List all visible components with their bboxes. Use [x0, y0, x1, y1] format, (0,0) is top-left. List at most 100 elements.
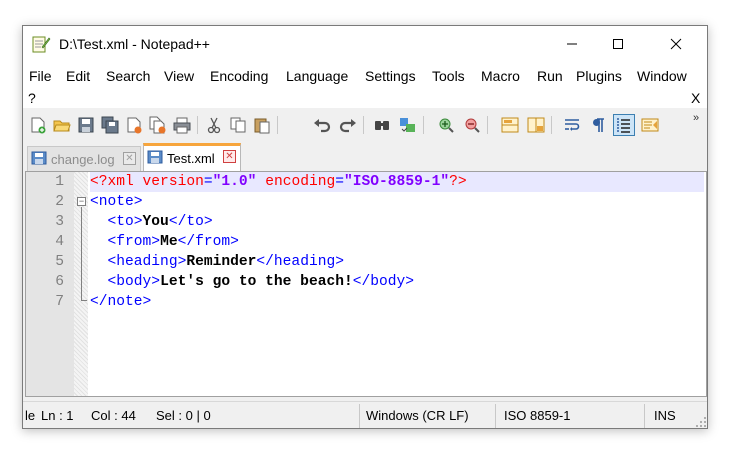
xml-text: You	[142, 214, 169, 230]
xml-close-tag: </from>	[177, 234, 239, 250]
save-all-icon	[101, 116, 119, 134]
new-file-button[interactable]	[27, 114, 49, 136]
fold-collapse-icon[interactable]: −	[77, 197, 86, 206]
zoom-out-button[interactable]	[461, 114, 483, 136]
replace-button[interactable]	[397, 114, 419, 136]
menu-bar: File Edit Search View Encoding Language …	[23, 62, 707, 108]
attribute-name: version	[142, 174, 204, 190]
menu-view[interactable]: View	[164, 68, 194, 84]
menu-language[interactable]: Language	[286, 68, 348, 84]
attribute-name: encoding	[265, 174, 336, 190]
paste-button[interactable]	[251, 114, 273, 136]
notepadpp-app-icon	[31, 35, 51, 53]
close-window-button[interactable]	[653, 26, 699, 62]
toolbar: »	[23, 110, 707, 140]
save-all-button[interactable]	[99, 114, 121, 136]
print-icon	[173, 117, 191, 134]
show-all-characters-button[interactable]	[587, 114, 609, 136]
menu-file[interactable]: File	[29, 68, 52, 84]
menu-help[interactable]: ?	[28, 90, 36, 106]
open-file-button[interactable]	[51, 114, 73, 136]
close-all-button[interactable]	[147, 114, 169, 136]
line-number: 1	[55, 174, 64, 190]
undo-icon	[314, 119, 331, 133]
title-bar[interactable]: D:\Test.xml - Notepad++	[23, 26, 707, 62]
close-all-icon	[149, 116, 166, 134]
menu-plugins[interactable]: Plugins	[576, 68, 622, 84]
tab-change-log[interactable]: change.log ✕	[27, 146, 141, 171]
cut-icon	[207, 117, 221, 134]
tab-close-button[interactable]: ✕	[223, 150, 236, 163]
menu-run[interactable]: Run	[537, 68, 563, 84]
tab-close-button[interactable]: ✕	[123, 152, 136, 165]
line-number: 5	[55, 254, 64, 270]
saved-file-icon	[31, 151, 47, 168]
sync-vertical-icon	[501, 117, 519, 133]
maximize-button[interactable]	[595, 26, 641, 62]
menu-encoding[interactable]: Encoding	[210, 68, 268, 84]
close-file-button[interactable]	[123, 114, 145, 136]
find-button[interactable]	[371, 114, 393, 136]
status-bar: le Ln : 1 Col : 44 Sel : 0 | 0 Windows (…	[23, 401, 707, 428]
new-file-icon	[31, 117, 46, 134]
status-line: Ln : 1	[41, 408, 74, 423]
zoom-in-button[interactable]	[435, 114, 457, 136]
sync-horizontal-button[interactable]	[525, 114, 547, 136]
xml-declaration-close: ?>	[449, 174, 467, 190]
status-length: le	[25, 408, 36, 423]
print-button[interactable]	[171, 114, 193, 136]
sync-horizontal-icon	[527, 117, 545, 133]
resize-grip-icon[interactable]	[695, 416, 707, 428]
status-eol[interactable]: Windows (CR LF)	[366, 408, 469, 423]
zoom-out-icon	[465, 118, 480, 133]
close-document-button[interactable]: X	[691, 90, 700, 106]
document-map-icon	[641, 118, 659, 132]
find-icon	[375, 121, 389, 130]
indent-guide-button[interactable]	[613, 114, 635, 136]
document-map-button[interactable]	[639, 114, 661, 136]
xml-text: Reminder	[186, 254, 257, 270]
toolbar-separator	[277, 116, 278, 134]
code-line-3: <to>You</to>	[90, 212, 704, 232]
word-wrap-button[interactable]	[561, 114, 583, 136]
menu-settings[interactable]: Settings	[365, 68, 416, 84]
line-number-gutter: 1 2 3 4 5 6 7	[26, 172, 74, 396]
xml-text: Me	[160, 234, 178, 250]
cut-button[interactable]	[203, 114, 225, 136]
toolbar-overflow-chevron-icon[interactable]: »	[693, 112, 699, 124]
status-separator	[495, 404, 496, 428]
equals-sign: =	[203, 174, 213, 190]
maximize-icon	[613, 39, 623, 49]
sync-vertical-button[interactable]	[499, 114, 521, 136]
line-number: 7	[55, 294, 64, 310]
copy-icon	[230, 117, 246, 133]
menu-macro[interactable]: Macro	[481, 68, 520, 84]
close-file-icon	[127, 117, 142, 134]
status-encoding[interactable]: ISO 8859-1	[504, 408, 571, 423]
status-selection: Sel : 0 | 0	[156, 408, 211, 423]
menu-tools[interactable]: Tools	[432, 68, 465, 84]
copy-button[interactable]	[227, 114, 249, 136]
xml-text: Let's go to the beach!	[160, 274, 353, 290]
redo-button[interactable]	[337, 114, 359, 136]
xml-close-tag: </heading>	[256, 254, 344, 270]
status-separator	[359, 404, 360, 428]
fold-guide-line	[81, 207, 82, 301]
line-number: 3	[55, 214, 64, 230]
text-editor[interactable]: 1 2 3 4 5 6 7 − <?xml version="1.0" enco…	[25, 171, 707, 397]
minimize-button[interactable]	[549, 26, 595, 62]
xml-close-tag: </body>	[352, 274, 415, 290]
code-line-5: <heading>Reminder</heading>	[90, 252, 704, 272]
save-button[interactable]	[75, 114, 97, 136]
code-line-2: <note>	[90, 192, 704, 212]
tab-test-xml[interactable]: Test.xml ✕	[143, 143, 241, 171]
line-number: 6	[55, 274, 64, 290]
indent-guide-icon	[617, 118, 630, 133]
undo-button[interactable]	[311, 114, 333, 136]
menu-edit[interactable]: Edit	[66, 68, 90, 84]
line-number: 4	[55, 234, 64, 250]
menu-window[interactable]: Window	[637, 68, 687, 84]
attribute-value: "1.0"	[212, 174, 257, 190]
menu-search[interactable]: Search	[106, 68, 150, 84]
